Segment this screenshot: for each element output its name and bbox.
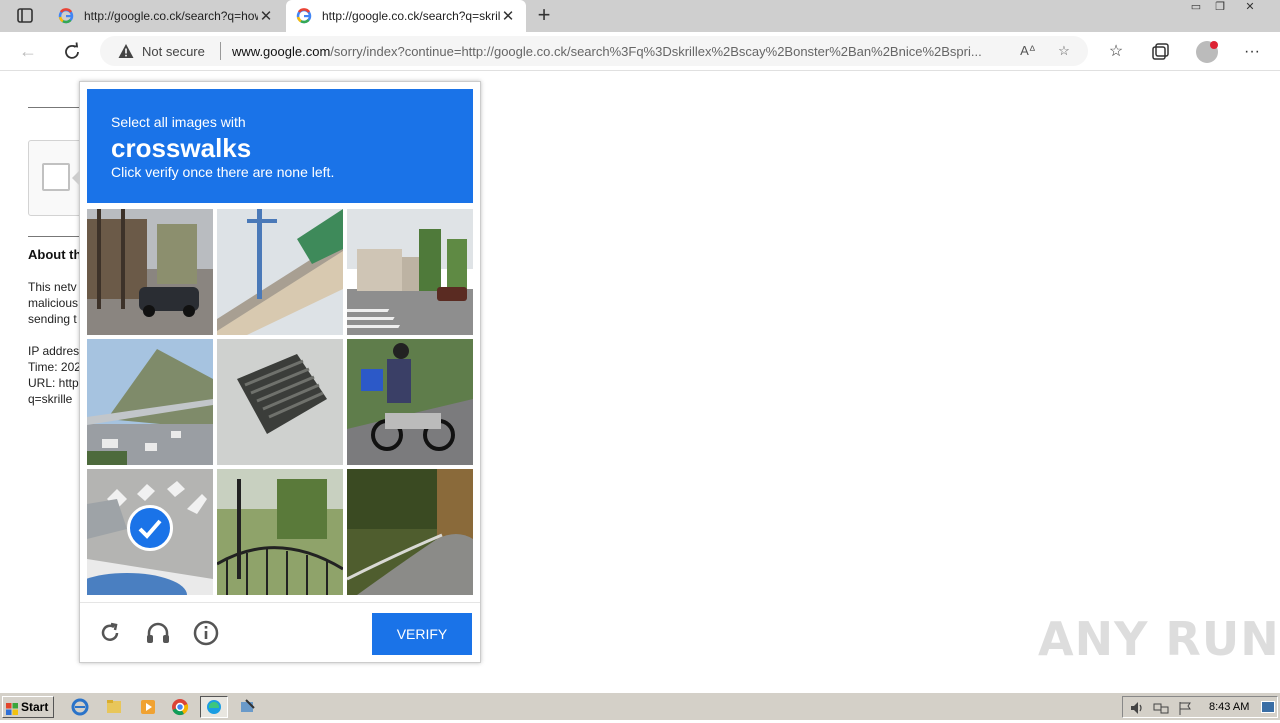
url-path: /sorry/index?continue=http://google.co.c… [330, 44, 982, 59]
instruction-top: Select all images with [111, 114, 246, 130]
omnibox-divider [220, 42, 221, 60]
info-line: IP addres [28, 344, 80, 358]
system-tray: 8:43 AM [1122, 696, 1278, 718]
network-tool-icon[interactable] [234, 696, 262, 718]
refresh-icon[interactable] [60, 40, 84, 64]
read-aloud-icon[interactable]: Aᐞ [1018, 41, 1038, 61]
profile-avatar[interactable] [1196, 41, 1218, 63]
recaptcha-challenge: Select all images with crosswalks Click … [72, 81, 481, 663]
reload-challenge-icon[interactable] [96, 619, 124, 647]
image-tile-highway-mountain[interactable] [87, 339, 213, 465]
verify-button[interactable]: VERIFY [372, 613, 472, 655]
image-tile-curving-road[interactable] [347, 469, 473, 595]
challenge-header: Select all images with crosswalks Click … [87, 89, 473, 203]
about-line: malicious [28, 296, 79, 310]
info-line: URL: http [28, 376, 79, 390]
warning-triangle-icon[interactable] [118, 43, 134, 59]
selected-checkmark-icon [127, 505, 173, 551]
info-icon[interactable] [192, 619, 220, 647]
media-player-icon[interactable] [134, 696, 162, 718]
url-text[interactable]: www.google.com/sorry/index?continue=http… [232, 44, 1012, 59]
image-tile-motorcycle-rider[interactable] [347, 339, 473, 465]
close-window-icon[interactable]: ✕ [1232, 0, 1268, 16]
file-explorer-icon[interactable] [100, 696, 128, 718]
audio-challenge-icon[interactable] [144, 619, 172, 647]
close-tab-icon[interactable]: ✕ [500, 7, 516, 25]
minimize-icon[interactable]: ▭ [1184, 0, 1208, 16]
edge-icon[interactable] [200, 696, 228, 718]
info-line: Time: 202 [28, 360, 80, 374]
tab-google-search-1[interactable]: http://google.co.ck/search?q=how ✕ [48, 0, 284, 32]
more-options-icon[interactable]: ··· [1240, 40, 1264, 64]
url-host: www.google.com [232, 44, 331, 59]
any-run-watermark: ANY RUN [1038, 612, 1280, 666]
image-grid [87, 209, 473, 595]
profile-status-dot [1210, 41, 1218, 49]
back-arrow-icon[interactable]: ← [16, 40, 40, 64]
challenge-target: crosswalks [111, 133, 252, 163]
window-controls: ▭ ❐ ✕ [1184, 0, 1268, 16]
security-status-text[interactable]: Not secure [142, 44, 205, 59]
google-favicon-icon [58, 8, 74, 24]
add-favorite-icon[interactable]: ☆ [1054, 41, 1074, 61]
image-tile-crosswalk-closeup[interactable] [87, 469, 213, 595]
show-desktop-icon[interactable] [1261, 701, 1275, 713]
info-line: q=skrille [28, 392, 73, 406]
about-line: This netv [28, 280, 77, 294]
tab-google-search-2[interactable]: http://google.co.ck/search?q=skrillex ✕ [286, 0, 526, 32]
image-tile-garden-fence[interactable] [217, 469, 343, 595]
start-button[interactable]: Start [2, 696, 54, 718]
favorites-icon[interactable]: ☆ [1104, 40, 1128, 64]
image-tile-vent-grate[interactable] [217, 339, 343, 465]
tab-title: http://google.co.ck/search?q=how [84, 9, 258, 23]
navigation-bar: ← Not secure www.google.com/sorry/index?… [0, 32, 1280, 71]
tab-actions-icon[interactable] [8, 6, 40, 26]
volume-icon[interactable] [1129, 700, 1145, 716]
start-label: Start [21, 700, 49, 714]
new-tab-button[interactable]: + [534, 4, 554, 28]
windows-flag-icon [6, 701, 18, 715]
restore-icon[interactable]: ❐ [1208, 0, 1232, 16]
challenge-footer: VERIFY [80, 602, 480, 662]
internet-explorer-icon[interactable] [66, 696, 94, 718]
address-bar[interactable]: Not secure www.google.com/sorry/index?co… [100, 36, 1088, 66]
popup-pointer [72, 170, 80, 186]
google-favicon-icon [296, 8, 312, 24]
recaptcha-checkbox[interactable] [42, 163, 70, 191]
tab-title: http://google.co.ck/search?q=skrillex [322, 9, 500, 23]
chrome-icon[interactable] [166, 696, 194, 718]
instruction-bottom: Click verify once there are none left. [111, 164, 335, 180]
image-tile-overpass-pole[interactable] [217, 209, 343, 335]
about-line: sending t [28, 312, 77, 326]
taskbar-clock: 8:43 AM [1209, 701, 1250, 713]
about-heading: About th [28, 247, 82, 262]
image-tile-street-houses-crosswalk[interactable] [347, 209, 473, 335]
network-icon[interactable] [1153, 700, 1169, 716]
image-tile-street-with-car[interactable] [87, 209, 213, 335]
action-center-flag-icon[interactable] [1177, 700, 1193, 716]
collections-icon[interactable] [1148, 40, 1172, 64]
taskbar: Start 8:43 AM [0, 692, 1280, 720]
close-tab-icon[interactable]: ✕ [258, 7, 274, 25]
tab-strip: http://google.co.ck/search?q=how ✕ http:… [0, 0, 1280, 32]
